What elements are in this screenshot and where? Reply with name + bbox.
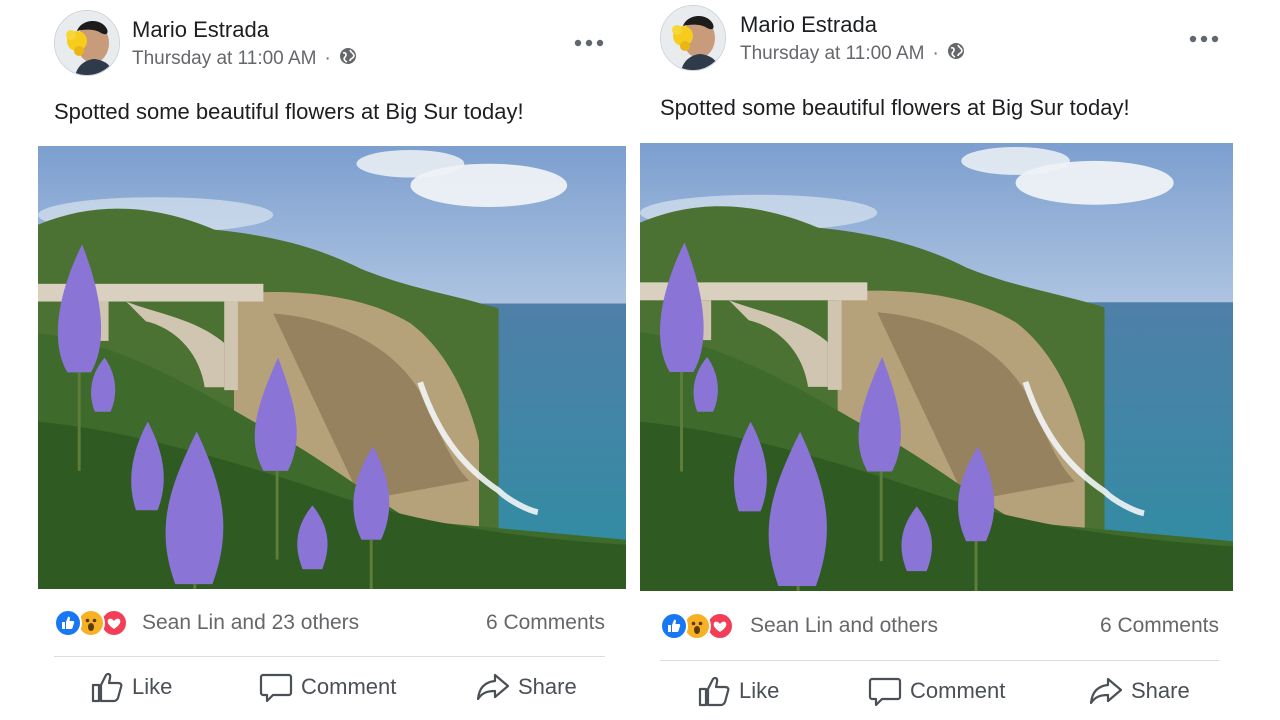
like-label: Like bbox=[739, 678, 780, 703]
author-name[interactable]: Mario Estrada bbox=[740, 12, 877, 38]
reaction-summary[interactable]: Sean Lin and others bbox=[750, 614, 938, 638]
post-text: Spotted some beautiful flowers at Big Su… bbox=[54, 99, 524, 124]
meta-separator: · bbox=[324, 48, 331, 69]
share-label: Share bbox=[1131, 678, 1190, 703]
meta-separator: · bbox=[932, 43, 939, 64]
post-card-2: Mario Estrada Thursday at 11:00 AM · Spo… bbox=[640, 0, 1233, 720]
globe-icon bbox=[947, 42, 965, 66]
more-options-button[interactable] bbox=[571, 31, 607, 55]
comment-bubble-icon bbox=[259, 673, 293, 703]
thumbs-up-icon bbox=[698, 676, 730, 707]
post-timestamp[interactable]: Thursday at 11:00 AM bbox=[740, 43, 924, 65]
share-button[interactable]: Share bbox=[476, 671, 577, 703]
ellipsis-icon bbox=[574, 39, 604, 47]
share-arrow-icon bbox=[476, 673, 510, 701]
share-button[interactable]: Share bbox=[1089, 675, 1190, 707]
post-photo[interactable] bbox=[640, 143, 1233, 591]
comment-button[interactable]: Comment bbox=[868, 675, 1005, 707]
post-photo[interactable] bbox=[38, 146, 626, 589]
share-label: Share bbox=[518, 674, 577, 699]
post-card-1: Mario Estrada Thursday at 11:00 AM · Spo… bbox=[38, 0, 626, 720]
comments-count[interactable]: 6 Comments bbox=[486, 611, 605, 635]
reaction-summary[interactable]: Sean Lin and 23 others bbox=[142, 611, 359, 635]
action-divider bbox=[54, 656, 605, 657]
comment-label: Comment bbox=[301, 674, 397, 699]
like-reaction-icon bbox=[660, 612, 688, 640]
comment-bubble-icon bbox=[868, 677, 902, 707]
avatar[interactable] bbox=[54, 10, 120, 76]
ellipsis-icon bbox=[1189, 35, 1219, 43]
post-meta: Thursday at 11:00 AM · bbox=[740, 42, 965, 66]
share-arrow-icon bbox=[1089, 677, 1123, 705]
comments-count[interactable]: 6 Comments bbox=[1100, 614, 1219, 638]
like-button[interactable]: Like bbox=[90, 671, 172, 703]
author-name[interactable]: Mario Estrada bbox=[132, 17, 269, 43]
action-divider bbox=[660, 660, 1219, 661]
post-meta: Thursday at 11:00 AM · bbox=[132, 47, 357, 71]
like-reaction-icon bbox=[54, 609, 82, 637]
comment-button[interactable]: Comment bbox=[259, 671, 396, 703]
like-button[interactable]: Like bbox=[697, 675, 779, 707]
like-label: Like bbox=[132, 674, 173, 699]
reaction-icons[interactable] bbox=[54, 609, 128, 637]
post-timestamp[interactable]: Thursday at 11:00 AM bbox=[132, 48, 316, 70]
more-options-button[interactable] bbox=[1186, 27, 1222, 51]
post-text: Spotted some beautiful flowers at Big Su… bbox=[660, 95, 1130, 120]
avatar[interactable] bbox=[660, 5, 726, 71]
comment-label: Comment bbox=[910, 678, 1006, 703]
globe-icon bbox=[339, 47, 357, 71]
reaction-icons[interactable] bbox=[660, 612, 734, 640]
thumbs-up-icon bbox=[91, 672, 123, 703]
